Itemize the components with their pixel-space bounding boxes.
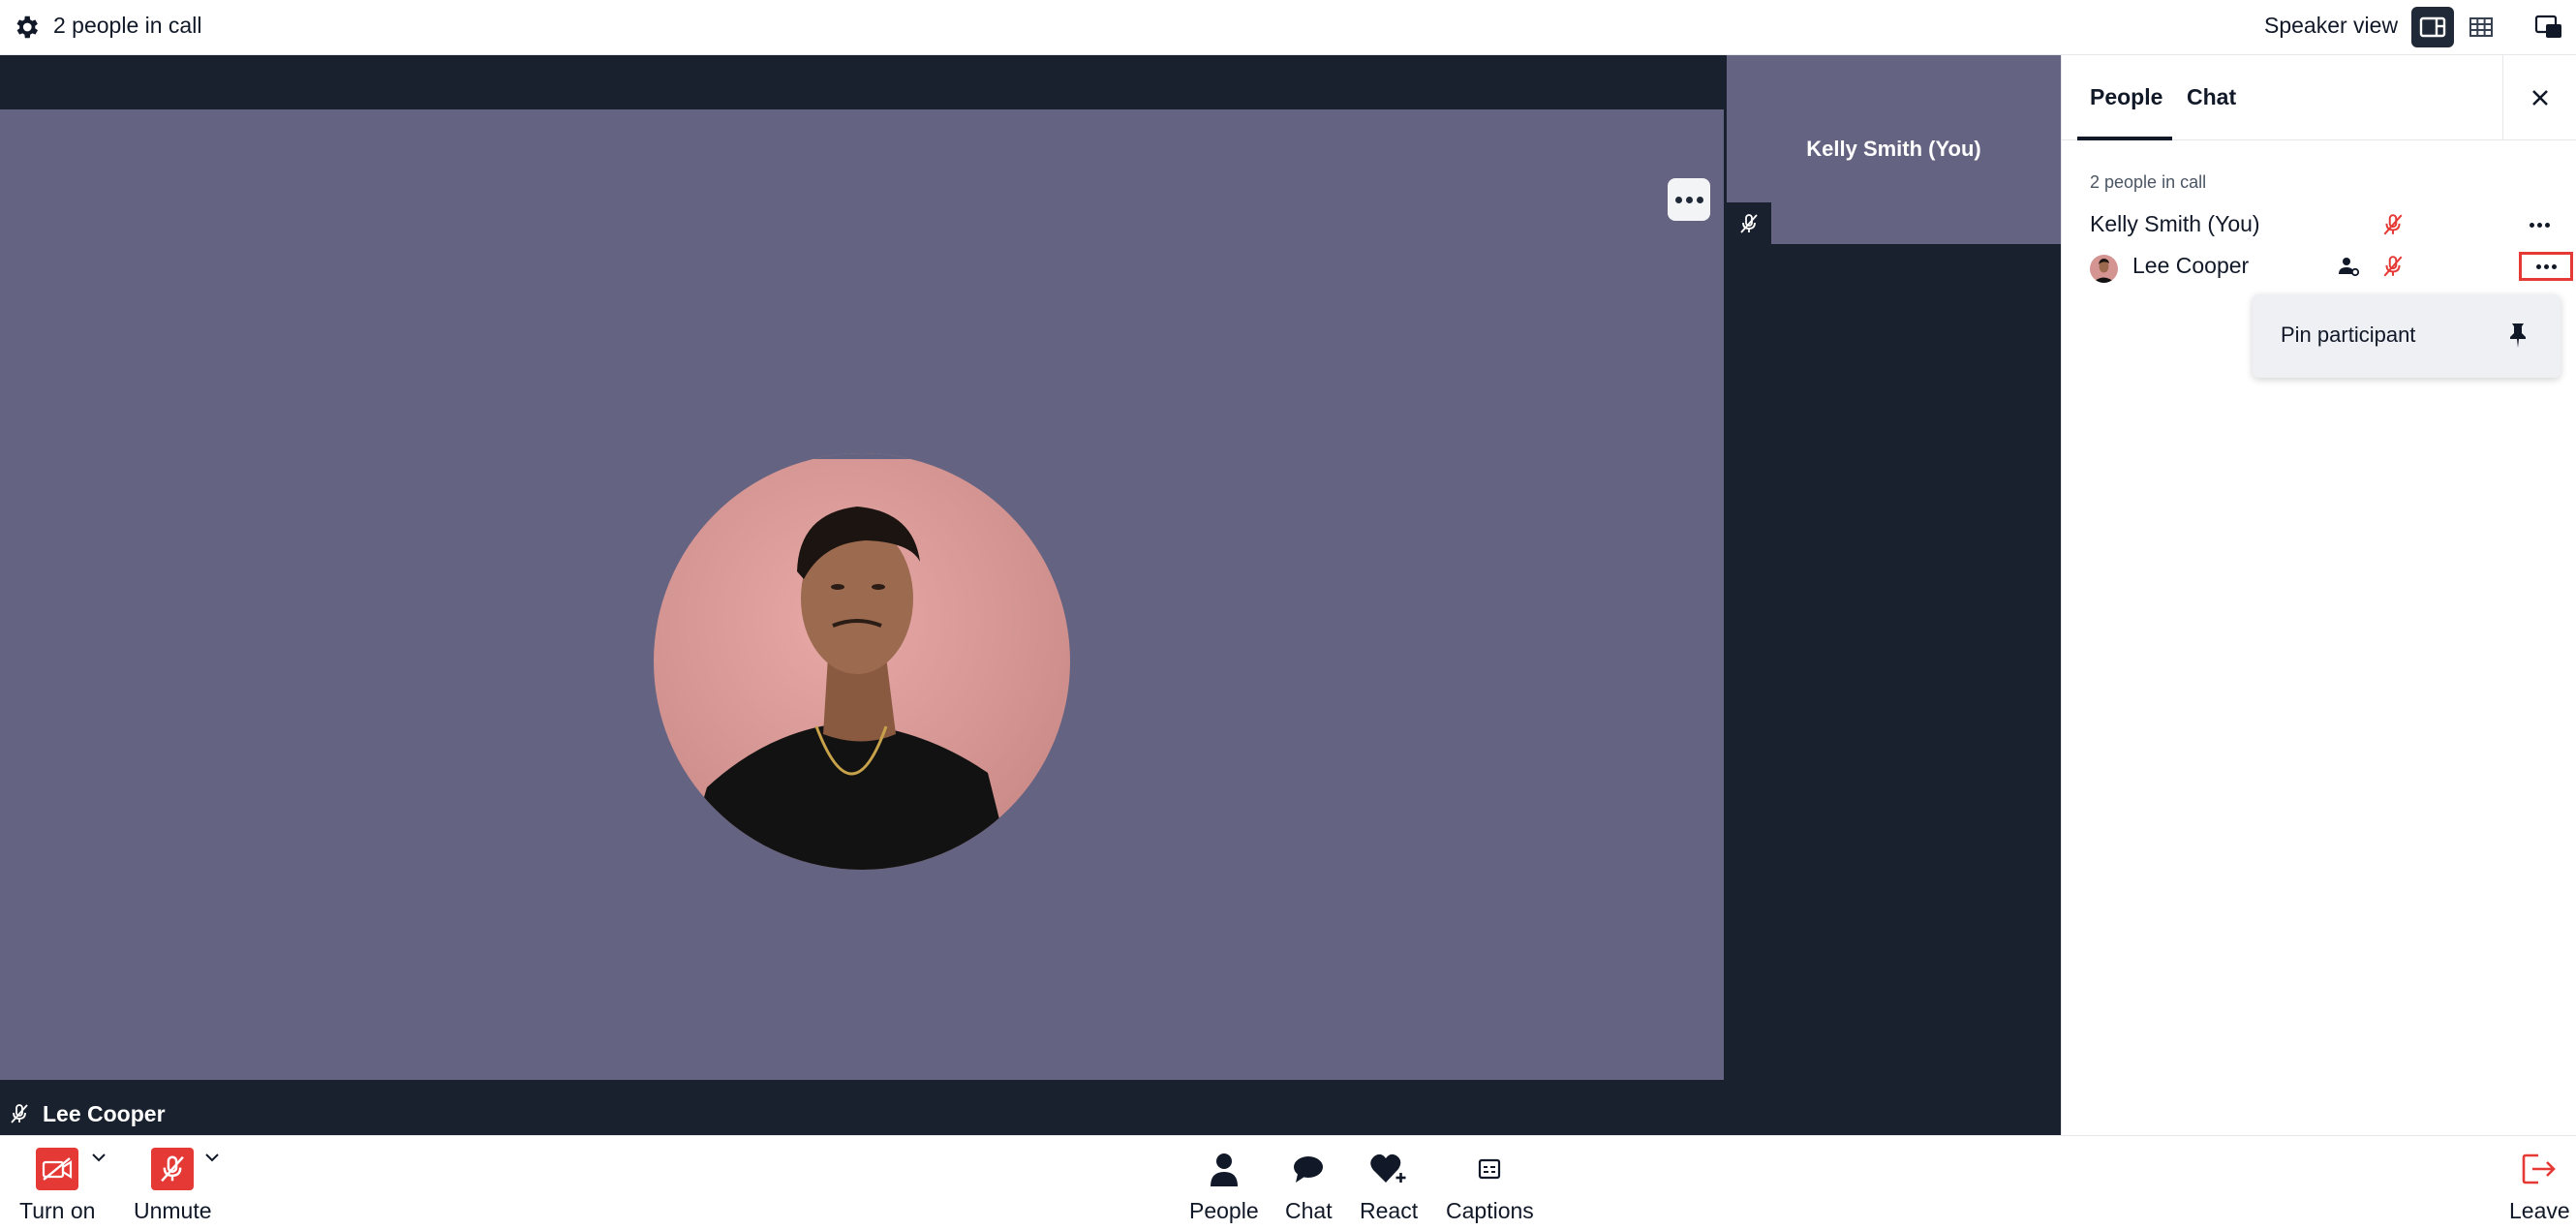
participant-count-title: 2 people in call <box>53 13 202 38</box>
mic-off-icon <box>2383 214 2403 235</box>
more-dot <box>2551 263 2557 269</box>
top-bar: 2 people in call Speaker view <box>0 0 2576 55</box>
chat-label: Chat <box>1285 1198 1333 1223</box>
leave-icon <box>2517 1148 2561 1190</box>
captions-icon <box>1467 1148 1512 1190</box>
participant-name: Kelly Smith (You) <box>2090 211 2260 236</box>
people-count: 2 people in call <box>2090 172 2207 192</box>
more-dots-icon <box>2535 263 2541 269</box>
more-dot <box>2543 263 2549 269</box>
people-panel: People Chat 2 people in call Kelly Smith… <box>2061 55 2576 1135</box>
people-label: People <box>1189 1198 1259 1223</box>
chevron-down-icon[interactable] <box>91 1152 107 1163</box>
participant-row: Kelly Smith (You) <box>2062 205 2576 244</box>
participant-muted-indicator <box>2379 253 2407 280</box>
camera-off-icon <box>36 1148 79 1190</box>
speaker-name: Lee Cooper <box>43 1100 166 1126</box>
more-dot <box>1685 196 1693 203</box>
avatar-portrait <box>654 453 1070 870</box>
tab-chat[interactable]: Chat <box>2187 84 2236 110</box>
camera-toggle-button[interactable]: Turn on <box>19 1148 95 1224</box>
close-panel-button[interactable] <box>2502 55 2576 140</box>
speaker-view-icon <box>2419 16 2446 38</box>
mic-off-icon <box>151 1148 195 1190</box>
camera-label: Turn on <box>19 1198 96 1223</box>
self-video-tile[interactable]: Kelly Smith (You) <box>1727 55 2061 244</box>
avatar-mini-portrait <box>2093 259 2115 283</box>
more-dot <box>2544 222 2550 228</box>
participant-row: Lee Cooper <box>2062 247 2576 286</box>
grid-view-button[interactable] <box>2460 7 2502 47</box>
microphone-toggle-button[interactable]: Unmute <box>134 1148 212 1224</box>
participant-avatar <box>654 453 1070 870</box>
chat-bubble-icon <box>1286 1148 1331 1190</box>
captions-label: Captions <box>1446 1198 1534 1223</box>
tile-more-button[interactable] <box>1668 178 1710 221</box>
participant-avatar <box>2090 255 2118 283</box>
close-icon <box>2532 90 2548 106</box>
gear-icon[interactable] <box>12 13 41 42</box>
speaker-name-tag: Lee Cooper <box>0 1093 173 1134</box>
popout-button[interactable] <box>2528 7 2570 47</box>
grid-view-icon <box>2469 17 2493 37</box>
heart-plus-icon <box>1366 1148 1411 1190</box>
mic-off-icon <box>2383 256 2403 277</box>
popout-icon <box>2534 15 2561 38</box>
chat-button[interactable]: Chat <box>1285 1148 1333 1224</box>
bottom-toolbar: Turn on Unmute People Chat React Caption… <box>0 1135 2576 1230</box>
react-label: React <box>1360 1198 1419 1223</box>
person-settings-icon <box>2339 258 2360 277</box>
self-tile-mute-indicator <box>1727 202 1771 244</box>
react-button[interactable]: React <box>1360 1148 1418 1224</box>
leave-button[interactable]: Leave <box>2509 1148 2570 1224</box>
more-dots-icon <box>1674 196 1682 203</box>
people-button[interactable]: People <box>1189 1148 1259 1224</box>
view-mode-label: Speaker view <box>2264 13 2399 38</box>
active-tab-indicator <box>2077 137 2172 140</box>
pin-icon <box>2510 323 2526 348</box>
pin-participant-item[interactable]: Pin participant <box>2281 323 2415 348</box>
host-role-icon <box>2335 253 2362 280</box>
panel-tabs: People Chat <box>2062 55 2576 140</box>
main-video-tile[interactable]: Lee Cooper <box>0 109 1724 1134</box>
speaker-view-button[interactable] <box>2411 7 2454 47</box>
participant-name: Lee Cooper <box>2132 253 2250 278</box>
more-dot <box>1696 196 1703 203</box>
more-dots-icon <box>2529 222 2534 228</box>
chevron-down-icon[interactable] <box>204 1152 220 1163</box>
participant-more-button[interactable] <box>2521 213 2558 236</box>
mic-off-icon <box>1740 213 1758 233</box>
captions-button[interactable]: Captions <box>1446 1148 1534 1224</box>
leave-label: Leave <box>2509 1198 2570 1223</box>
participant-context-menu: Pin participant <box>2253 294 2561 378</box>
person-icon <box>1202 1148 1246 1190</box>
self-tile-name: Kelly Smith (You) <box>1806 137 1981 161</box>
microphone-label: Unmute <box>134 1198 212 1223</box>
participant-muted-indicator <box>2379 211 2407 238</box>
more-dot <box>2536 222 2542 228</box>
participant-more-button[interactable] <box>2519 252 2573 281</box>
video-stage: Lee Cooper Kelly Smith (You) <box>0 55 2061 1135</box>
mic-off-icon <box>11 1104 28 1123</box>
tab-people[interactable]: People <box>2090 84 2162 110</box>
